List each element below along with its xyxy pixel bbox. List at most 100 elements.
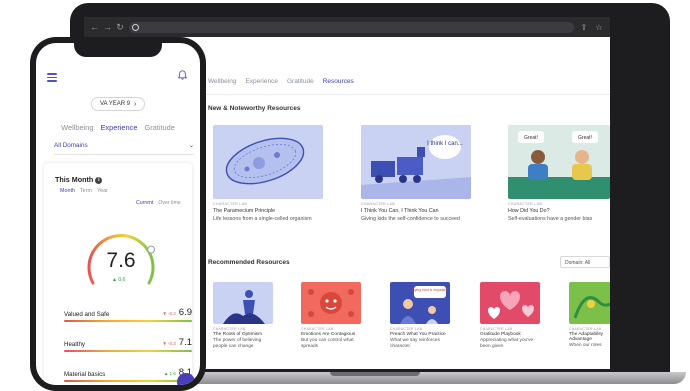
card-description: What we say reinforces character. (390, 338, 440, 349)
emotions-illustration (301, 282, 361, 324)
recommended-card-adaptability[interactable]: CHARACTER LAB The Adaptability Advantage… (569, 282, 610, 349)
card-source: CHARACTER LAB (569, 327, 602, 331)
info-icon[interactable]: i (95, 177, 103, 184)
metric-value: 6.9 (178, 307, 192, 318)
laptop-hinge (330, 372, 420, 376)
phone-notch (74, 40, 162, 57)
address-bar[interactable] (129, 21, 574, 33)
gauge-score: 7.6 (106, 249, 136, 272)
card-source: CHARACTER LAB (213, 202, 248, 206)
metric-healthy[interactable]: Healthy ▼ -0.3 7.1 (64, 337, 192, 352)
bubble-right-text: Great! (578, 135, 592, 141)
bubble-text: Trying hard is important! (412, 288, 448, 292)
metric-label: Valued and Safe (64, 311, 110, 318)
chevron-down-icon: ⌄ (188, 142, 194, 149)
back-arrow-icon[interactable]: ← (90, 22, 99, 32)
card-title: The Paramecium Principle (213, 208, 276, 214)
hamburger-menu-icon[interactable] (47, 73, 57, 84)
period-month[interactable]: Month (60, 188, 75, 194)
card-source: CHARACTER LAB (301, 327, 334, 331)
web-tab-resources[interactable]: Resources (323, 78, 354, 85)
adaptability-illustration (569, 282, 610, 324)
nav-divider (202, 94, 610, 95)
card-source: CHARACTER LAB (213, 327, 246, 331)
card-source: CHARACTER LAB (508, 202, 543, 206)
forward-arrow-icon[interactable]: → (103, 22, 112, 32)
phone-tab-experience[interactable]: Experience (100, 123, 137, 132)
train-illustration: I think I can... (361, 125, 471, 199)
card-description: But you can control what spreads (301, 338, 354, 349)
metric-delta: ▼ -0.2 (162, 311, 176, 316)
metric-delta: ▼ -0.3 (162, 341, 176, 346)
card-source: CHARACTER LAB (480, 327, 513, 331)
share-icon[interactable]: ⇧ (579, 23, 589, 32)
metric-bar (64, 380, 192, 382)
metric-label: Healthy (64, 341, 85, 348)
web-tab-wellbeing[interactable]: Wellbeing (208, 78, 236, 85)
recommended-card-emotions-contagious[interactable]: CHARACTER LAB Emotions Are Contagious Bu… (301, 282, 361, 350)
card-description: The power of believing people can change (213, 338, 262, 349)
chat-fab-button[interactable] (177, 373, 195, 385)
web-tab-experience[interactable]: Experience (245, 78, 278, 85)
featured-card-paramecium[interactable]: CHARACTER LAB The Paramecium Principle L… (213, 125, 323, 222)
card-title: How Did You Do? (508, 208, 550, 214)
domains-label: All Domains (54, 142, 88, 149)
period-term[interactable]: Term (80, 188, 92, 194)
card-title: Preach What You Practice (390, 332, 446, 337)
phone-tab-wellbeing[interactable]: Wellbeing (61, 123, 93, 132)
card-title: I Think You Can, I Think You Can (361, 208, 439, 214)
metric-material-basics[interactable]: Material basics ▲ 1.6 8.1 (64, 367, 192, 382)
bell-icon[interactable] (177, 70, 188, 83)
metric-value: 7.1 (178, 337, 192, 348)
new-noteworthy-heading: New & Noteworthy Resources (208, 105, 301, 112)
card-title: Gratitude Playbook (480, 332, 521, 337)
browser-toolbar: ← → ↻ ⇧ ☆ (84, 17, 610, 37)
recommended-card-roots-of-optimism[interactable]: CHARACTER LAB The Roots of Optimism The … (213, 282, 273, 350)
optimism-illustration (213, 282, 273, 324)
metric-delta: ▲ 1.6 (163, 371, 176, 376)
phone-tabs: Wellbeing Experience Gratitude (36, 123, 200, 132)
gauge-delta: ▲ 0.6 (112, 277, 126, 283)
phone-screen: VA YEAR 9 › Wellbeing Experience Gratitu… (36, 43, 200, 385)
metric-bar (64, 350, 192, 352)
card-source: CHARACTER LAB (361, 202, 396, 206)
domains-dropdown[interactable]: All Domains ⌄ (54, 142, 194, 155)
card-description: Self-evaluations have a gender bias (508, 216, 593, 222)
reload-icon[interactable]: ↻ (116, 22, 124, 32)
metric-label: Material basics (64, 371, 106, 378)
domain-select[interactable]: Domain: All (560, 256, 610, 268)
card-description: When our roles (569, 343, 602, 348)
recommended-card-preach-what-you-practice[interactable]: Trying hard is important! CHARACTER LAB … (390, 282, 450, 350)
site-info-icon[interactable] (132, 23, 139, 31)
recommended-heading: Recommended Resources (208, 259, 290, 266)
metric-bar (64, 320, 192, 322)
card-source: CHARACTER LAB (390, 327, 423, 331)
featured-card-i-think-you-can[interactable]: I think I can... CHARACTER LAB I Think Y… (361, 125, 471, 222)
this-month-label: This Month (55, 175, 94, 184)
view-current[interactable]: Current (136, 200, 153, 206)
card-title: The Adaptability Advantage (569, 332, 604, 342)
students-illustration: Great! Great! (508, 125, 610, 199)
gauge-knob (147, 245, 156, 254)
card-title: The Roots of Optimism (213, 332, 263, 337)
chevron-right-icon: › (134, 100, 137, 108)
year-selector[interactable]: VA YEAR 9 › (91, 97, 146, 111)
bookmark-star-icon[interactable]: ☆ (594, 23, 604, 32)
period-toggle: Month Term Year (60, 188, 108, 194)
year-label: VA YEAR 9 (100, 101, 131, 107)
view-toggle: Current Over time (136, 200, 181, 206)
card-title: Emotions Are Contagious (301, 332, 356, 337)
speech-bubble-text: I think I can... (427, 141, 463, 147)
period-year[interactable]: Year (97, 188, 108, 194)
view-over-time[interactable]: Over time (158, 200, 180, 206)
web-tab-gratitude[interactable]: Gratitude (287, 78, 314, 85)
bubble-left-text: Great! (524, 135, 538, 141)
card-description: Appreciating what you've been given (480, 338, 534, 349)
metric-valued-and-safe[interactable]: Valued and Safe ▼ -0.2 6.9 (64, 307, 192, 322)
card-description: Giving kids the self-confidence to succe… (361, 216, 460, 222)
card-description: Life lessons from a single-celled organi… (213, 216, 312, 222)
phone-tab-gratitude[interactable]: Gratitude (144, 123, 174, 132)
recommended-card-gratitude-playbook[interactable]: CHARACTER LAB Gratitude Playbook Appreci… (480, 282, 540, 350)
featured-card-how-did-you-do[interactable]: Great! Great! CHARACTER LAB How Did You … (508, 125, 610, 222)
paramecium-illustration (213, 125, 323, 199)
